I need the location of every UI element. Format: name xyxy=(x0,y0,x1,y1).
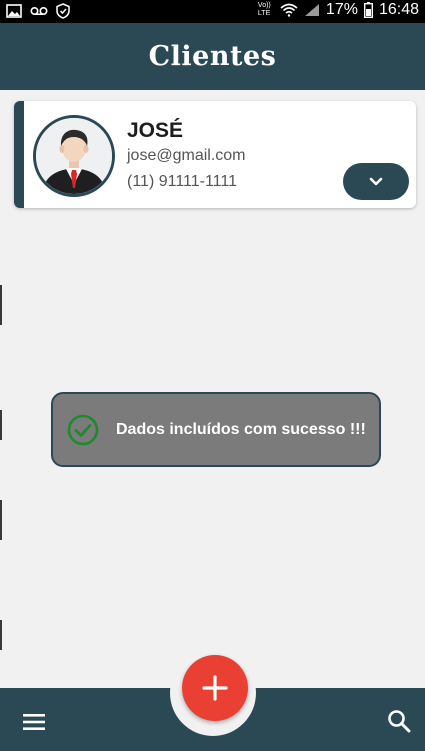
client-phone: (11) 91111-1111 xyxy=(127,173,237,190)
left-edge-mark xyxy=(0,410,2,440)
status-left-icons xyxy=(6,3,70,19)
add-client-button[interactable] xyxy=(182,655,248,721)
menu-button[interactable] xyxy=(22,712,48,732)
card-accent-bar xyxy=(14,101,24,208)
businessman-avatar-icon xyxy=(36,118,112,194)
lte-label: Vo)) LTE xyxy=(257,2,271,17)
search-icon xyxy=(388,710,411,733)
voicemail-icon xyxy=(30,6,48,16)
client-card[interactable]: JOSÉ jose@gmail.com (11) 91111-1111 xyxy=(14,101,416,208)
left-edge-mark xyxy=(0,620,2,650)
status-bar: Vo)) LTE 17% 16:48 xyxy=(0,0,425,23)
image-icon xyxy=(6,4,22,18)
battery-percent: 17% xyxy=(325,1,358,18)
toast-message: Dados incluídos com sucesso !!! xyxy=(116,420,366,438)
menu-icon xyxy=(23,714,45,730)
status-right-icons: Vo)) LTE 17% 16:48 xyxy=(258,1,419,19)
success-toast: Dados incluídos com sucesso !!! xyxy=(51,392,381,467)
check-circle-icon xyxy=(67,414,99,445)
plus-icon xyxy=(202,675,228,701)
search-button[interactable] xyxy=(387,709,411,733)
app-bar: Clientes xyxy=(0,23,425,90)
page-title: Clientes xyxy=(148,41,277,72)
wifi-icon xyxy=(280,3,298,17)
chevron-down-icon xyxy=(369,177,383,185)
status-time: 16:48 xyxy=(378,1,419,18)
client-email: jose@gmail.com xyxy=(127,147,246,164)
left-edge-mark xyxy=(0,500,2,540)
battery-icon xyxy=(363,2,373,18)
shield-icon xyxy=(56,3,70,19)
expand-button[interactable] xyxy=(343,163,409,200)
avatar xyxy=(33,115,115,197)
left-edge-mark xyxy=(0,285,2,325)
client-name: JOSÉ xyxy=(127,119,184,142)
signal-icon xyxy=(304,4,319,16)
